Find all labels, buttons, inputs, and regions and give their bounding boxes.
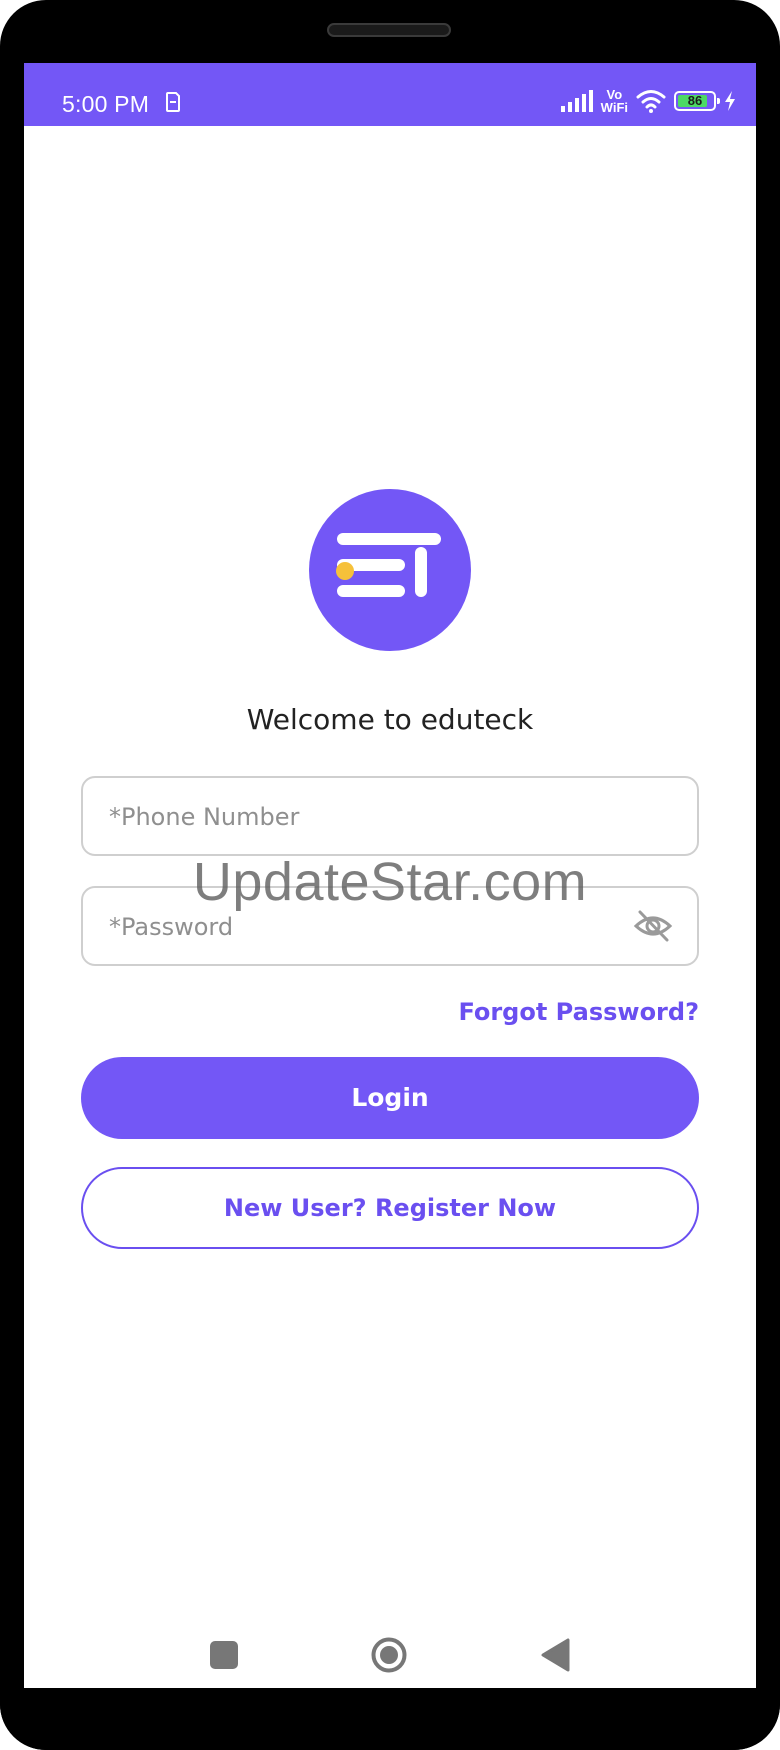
status-time: 5:00 PM <box>62 91 150 117</box>
battery-level: 86 <box>687 93 703 108</box>
register-button[interactable]: New User? Register Now <box>81 1167 699 1249</box>
phone-number-field[interactable] <box>81 776 699 856</box>
back-button[interactable] <box>540 1638 570 1672</box>
navigation-bar <box>24 1626 756 1686</box>
signal-bars-icon <box>560 90 593 112</box>
watermark: UpdateStar.com <box>192 852 588 912</box>
status-icons: Vo WiFi 86 <box>560 86 736 116</box>
phone-number-input[interactable] <box>107 778 631 856</box>
vowifi-indicator: Vo WiFi <box>601 88 628 114</box>
status-bar: 5:00 PM Vo WiFi 86 <box>24 63 756 126</box>
battery-cap <box>717 98 720 104</box>
earpiece-speaker <box>327 23 451 37</box>
app-logo <box>309 489 471 651</box>
sim-card-icon <box>166 92 180 112</box>
login-button[interactable]: Login <box>81 1057 699 1139</box>
recent-apps-button[interactable] <box>210 1641 238 1669</box>
battery-icon: 86 <box>674 91 720 111</box>
phone-frame: 5:00 PM Vo WiFi 86 Welcome to eduteck *P… <box>0 0 780 1750</box>
wifi-icon <box>636 90 666 113</box>
phone-bottom-bezel <box>0 1688 780 1750</box>
eye-off-icon[interactable] <box>633 908 673 944</box>
vowifi-bottom: WiFi <box>600 100 628 115</box>
home-button[interactable] <box>371 1637 407 1673</box>
logo-mark-icon <box>336 533 441 597</box>
triangle-back-icon <box>541 1638 570 1672</box>
welcome-heading: Welcome to eduteck <box>246 703 534 736</box>
screen: 5:00 PM Vo WiFi 86 Welcome to eduteck *P… <box>24 63 756 1688</box>
forgot-password-link[interactable]: Forgot Password? <box>458 998 699 1026</box>
lightning-icon <box>725 91 735 111</box>
circle-icon <box>380 1646 398 1664</box>
